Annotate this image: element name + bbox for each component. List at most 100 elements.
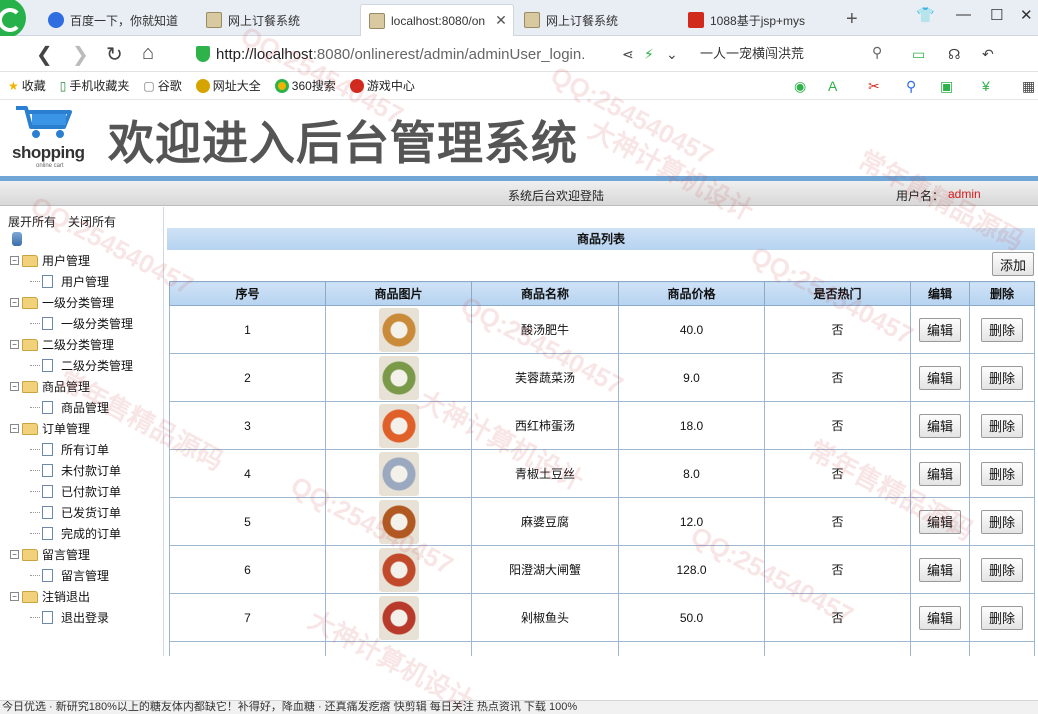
close-tab-icon[interactable]: ✕: [495, 12, 507, 29]
edit-button[interactable]: 编辑: [919, 557, 961, 582]
tree-item-label: 用户管理: [61, 275, 110, 289]
collapse-toggle-icon[interactable]: −: [10, 256, 19, 265]
collapse-all-link[interactable]: 关闭所有: [68, 213, 116, 230]
delete-button[interactable]: 删除: [981, 413, 1023, 438]
tree-folder-2[interactable]: − 二级分类管理: [0, 334, 163, 355]
welcome-text: 系统后台欢迎登陆: [508, 189, 605, 203]
scissors-icon[interactable]: ✂: [868, 78, 880, 95]
share-icon[interactable]: ⋖: [622, 46, 634, 63]
user-label: 用户名：: [896, 189, 945, 203]
tab-order-system-1[interactable]: 网上订餐系统: [198, 4, 358, 36]
collapse-toggle-icon[interactable]: −: [10, 424, 19, 433]
edit-button[interactable]: 编辑: [919, 365, 961, 390]
tree-item[interactable]: 未付款订单: [0, 460, 163, 481]
tree-folder-6[interactable]: − 注销退出: [0, 586, 163, 607]
bookmark-360search[interactable]: 360搜索: [274, 77, 336, 94]
col-header-image: 商品图片: [325, 281, 472, 306]
table-row: 7 剁椒鱼头 50.0 否编辑 删除: [169, 593, 1035, 642]
delete-button[interactable]: 删除: [981, 605, 1023, 630]
cell-name: 麻婆豆腐: [471, 497, 619, 546]
folder-open-icon: [22, 338, 38, 351]
folder-open-icon: [22, 254, 38, 267]
new-tab-icon[interactable]: +: [846, 8, 858, 31]
edit-button[interactable]: 编辑: [919, 461, 961, 486]
tree-folder-label: 二级分类管理: [42, 338, 115, 352]
tree-item-label: 所有订单: [61, 443, 110, 457]
table-header-row: 序号 商品图片 商品名称 商品价格 是否热门 编辑 删除: [169, 281, 1035, 306]
collapse-toggle-icon[interactable]: −: [10, 592, 19, 601]
delete-button[interactable]: 删除: [981, 557, 1023, 582]
tab-order-system-2[interactable]: 网上订餐系统: [516, 4, 676, 36]
tree-folder-4[interactable]: − 订单管理: [0, 418, 163, 439]
chat-icon[interactable]: ◉: [794, 78, 806, 95]
dropdown-icon[interactable]: ⌄: [666, 46, 678, 63]
col-header-delete: 删除: [969, 281, 1035, 306]
bookmark-games[interactable]: 游戏中心: [349, 77, 415, 94]
tree-item[interactable]: 用户管理: [0, 271, 163, 292]
tab-localhost-active[interactable]: localhost:8080/on ✕: [360, 4, 514, 36]
shirt-icon[interactable]: 👕: [916, 6, 935, 24]
tree-item[interactable]: 已发货订单: [0, 502, 163, 523]
tree-folder-label: 留言管理: [42, 548, 91, 562]
expand-all-link[interactable]: 展开所有: [8, 213, 56, 230]
tree-item[interactable]: 所有订单: [0, 439, 163, 460]
search-icon[interactable]: ⚲: [872, 44, 882, 61]
magnifier-icon[interactable]: ⚲: [906, 78, 916, 95]
yen-icon[interactable]: ¥: [982, 78, 990, 94]
page-icon: [42, 275, 53, 288]
tab-baidu[interactable]: 百度一下，你就知道: [40, 4, 196, 36]
edit-button[interactable]: 编辑: [919, 509, 961, 534]
tree-item[interactable]: 完成的订单: [0, 523, 163, 544]
collapse-toggle-icon[interactable]: −: [10, 298, 19, 307]
search-input[interactable]: 一人一宠横闯洪荒: [700, 43, 890, 65]
collapse-toggle-icon[interactable]: −: [10, 340, 19, 349]
delete-button[interactable]: 删除: [981, 461, 1023, 486]
edit-button[interactable]: 编辑: [919, 317, 961, 342]
tree-folder-1[interactable]: − 一级分类管理: [0, 292, 163, 313]
tab-project[interactable]: 1088基于jsp+mys: [680, 4, 838, 36]
tree-item[interactable]: 二级分类管理: [0, 355, 163, 376]
tree-item[interactable]: 商品管理: [0, 397, 163, 418]
tree-item[interactable]: 一级分类管理: [0, 313, 163, 334]
collapse-toggle-icon[interactable]: −: [10, 550, 19, 559]
forward-icon[interactable]: ❯: [72, 42, 89, 67]
tree-item-label: 完成的订单: [61, 527, 122, 541]
gamepad-icon[interactable]: ▣: [940, 78, 953, 95]
add-button[interactable]: 添加: [992, 252, 1034, 276]
bookmark-sites[interactable]: 网址大全: [195, 77, 261, 94]
bookmark-mobile[interactable]: ▯ 手机收藏夹: [60, 77, 130, 94]
close-window-icon[interactable]: ✕: [1020, 6, 1033, 24]
url-field[interactable]: http://localhost:8080/onlinerest/admin/a…: [196, 41, 676, 67]
delete-button[interactable]: 删除: [981, 509, 1023, 534]
back-icon[interactable]: ❮: [36, 42, 53, 67]
product-image: [378, 451, 419, 496]
delete-button[interactable]: 删除: [981, 365, 1023, 390]
minimize-icon[interactable]: —: [956, 6, 971, 23]
cell-edit: 编辑: [910, 497, 970, 546]
home-icon[interactable]: ⌂: [142, 42, 154, 65]
tree-item[interactable]: 留言管理: [0, 565, 163, 586]
cell-hot: 否: [764, 401, 911, 450]
delete-button[interactable]: 删除: [981, 317, 1023, 342]
refresh-icon[interactable]: ↻: [106, 42, 123, 67]
tree-folder-5[interactable]: − 留言管理: [0, 544, 163, 565]
collapse-toggle-icon[interactable]: −: [10, 382, 19, 391]
cell-price: 50.0: [618, 593, 765, 642]
translate-icon[interactable]: A: [828, 78, 837, 94]
maximize-icon[interactable]: ☐: [990, 6, 1003, 24]
welcome-bar: 系统后台欢迎登陆 用户名： admin: [0, 181, 1038, 206]
bookmark-favorites[interactable]: ★ 收藏: [8, 77, 46, 94]
apps-grid-icon[interactable]: ▦: [1022, 78, 1035, 95]
tree-item[interactable]: 退出登录: [0, 607, 163, 628]
tree-folder-3[interactable]: − 商品管理: [0, 376, 163, 397]
undo-icon[interactable]: ↶: [982, 46, 994, 63]
edit-button[interactable]: 编辑: [919, 413, 961, 438]
bookmark-google[interactable]: ▢ 谷歌: [143, 77, 181, 94]
lightning-icon[interactable]: ⚡: [644, 46, 654, 63]
headphones-icon[interactable]: ☊: [948, 46, 960, 63]
tree-folder-0[interactable]: − 用户管理: [0, 250, 163, 271]
battery-icon[interactable]: ▭: [912, 46, 925, 63]
cell-image: [325, 593, 472, 642]
tree-item[interactable]: 已付款订单: [0, 481, 163, 502]
edit-button[interactable]: 编辑: [919, 605, 961, 630]
